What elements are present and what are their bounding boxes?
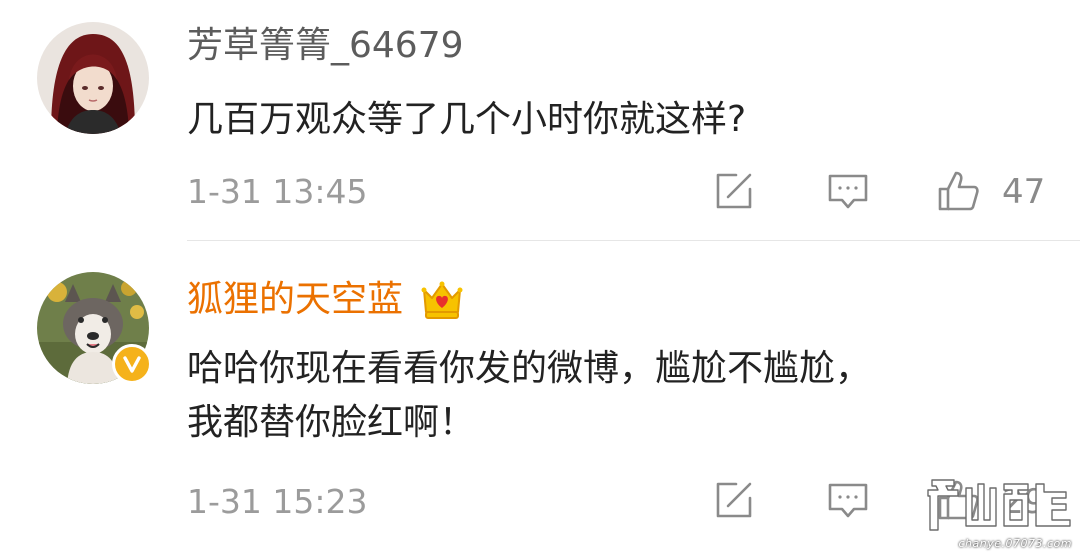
comment-text: 几百万观众等了几个小时你就这样? <box>187 93 746 147</box>
comment-item: 狐狸的天空蓝 哈哈你现在看看你发的微博，尴尬不尴尬， 我都替你脸红啊！ 1-31… <box>0 242 1080 552</box>
like-icon[interactable] <box>934 167 982 215</box>
share-icon[interactable] <box>710 167 758 215</box>
weibo-comments-screen: 芳草箐箐_64679 几百万观众等了几个小时你就这样? 1-31 13:45 4… <box>0 0 1080 552</box>
comment-text: 哈哈你现在看看你发的微博，尴尬不尴尬， 我都替你脸红啊！ <box>187 342 871 450</box>
comment-text-line: 我都替你脸红啊！ <box>187 402 476 443</box>
verified-v-icon <box>112 344 152 384</box>
timestamp: 1-31 15:23 <box>187 482 368 521</box>
comment-text-line: 哈哈你现在看看你发的微博，尴尬不尴尬， <box>187 348 872 389</box>
crown-icon[interactable] <box>418 276 466 324</box>
comment-item: 芳草箐箐_64679 几百万观众等了几个小时你就这样? 1-31 13:45 4… <box>0 0 1080 242</box>
like-count: 47 <box>1002 172 1046 212</box>
timestamp: 1-31 13:45 <box>187 172 368 211</box>
like-count: 29 <box>1002 482 1046 522</box>
comment-icon[interactable] <box>824 167 872 215</box>
like-icon[interactable] <box>934 476 982 524</box>
avatar[interactable] <box>37 22 149 134</box>
divider <box>187 240 1080 241</box>
username[interactable]: 狐狸的天空蓝 <box>187 278 403 322</box>
share-icon[interactable] <box>710 476 758 524</box>
username[interactable]: 芳草箐箐_64679 <box>187 24 464 68</box>
comment-text-line: 几百万观众等了几个小时你就这样? <box>187 99 747 140</box>
comment-icon[interactable] <box>824 476 872 524</box>
